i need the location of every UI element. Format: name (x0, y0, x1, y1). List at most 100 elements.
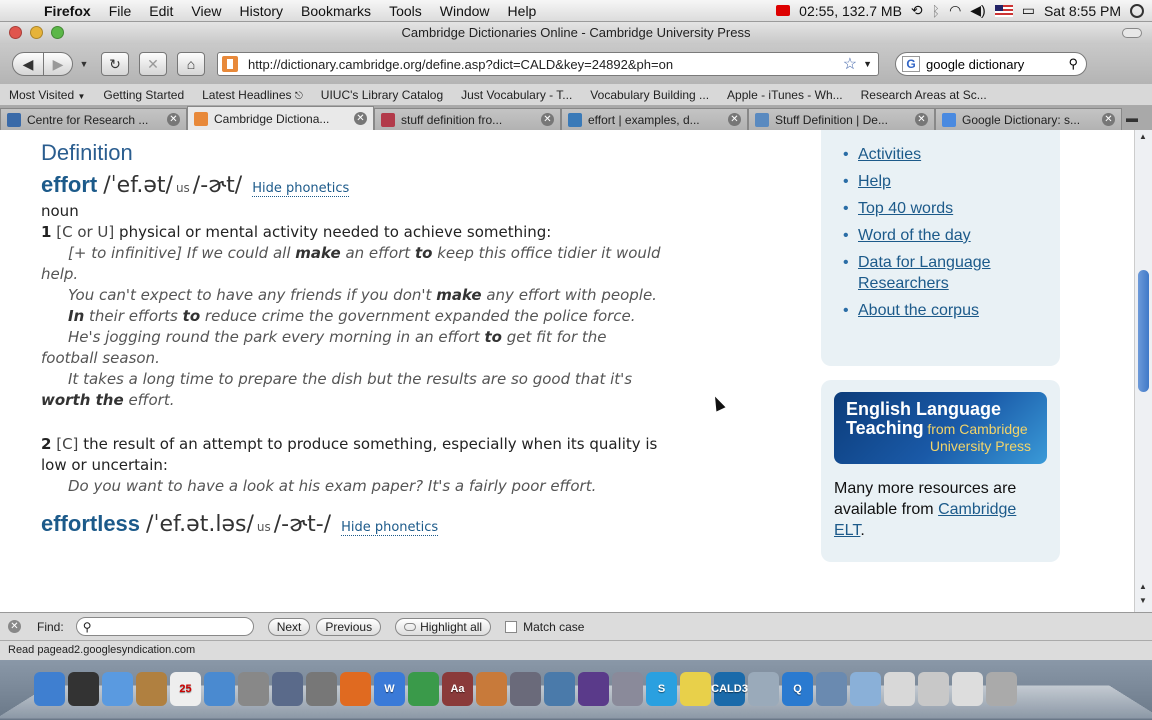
dock-pen-tool-icon[interactable] (510, 672, 541, 706)
bookmark-research-areas[interactable]: Research Areas at Sc... (852, 88, 996, 102)
url-text[interactable]: http://dictionary.cambridge.org/define.a… (248, 57, 843, 72)
dock-cald3-icon[interactable]: CALD3 (711, 672, 748, 706)
url-dropdown-icon[interactable]: ▼ (863, 59, 878, 69)
list-all-tabs-icon[interactable]: ▬ (1122, 111, 1142, 125)
dock-firefox-icon[interactable] (340, 672, 371, 706)
back-button[interactable]: ◀ (12, 52, 44, 76)
zoom-window-button[interactable] (51, 26, 64, 39)
highlight-all-button[interactable]: Highlight all (395, 617, 492, 636)
tab-close-icon[interactable]: ✕ (167, 113, 180, 126)
dock-system-prefs-icon[interactable] (306, 672, 337, 706)
menu-help[interactable]: Help (499, 3, 546, 19)
scroll-down-arrow-icon[interactable]: ▼ (1139, 596, 1147, 605)
close-window-button[interactable] (9, 26, 22, 39)
dock-chart-app-icon[interactable] (544, 672, 575, 706)
sidebar-link[interactable]: Activities (858, 144, 921, 165)
bookmark-apple-itunes[interactable]: Apple - iTunes - Wh... (718, 88, 852, 102)
menu-bookmarks[interactable]: Bookmarks (292, 3, 380, 19)
hide-phonetics-link[interactable]: Hide phonetics (341, 520, 439, 536)
dock-stack-icon[interactable] (952, 672, 983, 706)
search-input[interactable]: google dictionary (926, 57, 1068, 72)
bookmark-getting-started[interactable]: Getting Started (94, 88, 193, 102)
stop-button[interactable]: ✕ (139, 52, 167, 76)
scroll-up-arrow-icon[interactable]: ▲ (1139, 582, 1147, 591)
hide-phonetics-link[interactable]: Hide phonetics (252, 181, 350, 197)
dock-trash-icon[interactable] (986, 672, 1017, 706)
sidebar-link[interactable]: Help (858, 171, 891, 192)
toolbar-toggle-button[interactable] (1122, 28, 1142, 38)
bookmark-vocabulary-building[interactable]: Vocabulary Building ... (581, 88, 718, 102)
dock-vocab-green-icon[interactable] (408, 672, 439, 706)
battery-icon[interactable]: ▭ (1022, 2, 1035, 19)
forward-button[interactable]: ▶ (43, 52, 73, 76)
dock-stickies-star-icon[interactable] (238, 672, 269, 706)
dock-dashboard-icon[interactable] (68, 672, 99, 706)
tab-2[interactable]: stuff definition fro... ✕ (374, 108, 561, 130)
bookmark-star-icon[interactable]: ☆ (843, 54, 863, 74)
dock-quicktime-icon[interactable]: Q (782, 672, 813, 706)
close-find-bar-icon[interactable]: ✕ (8, 620, 21, 633)
match-case-checkbox[interactable] (505, 620, 518, 633)
menu-app-firefox[interactable]: Firefox (36, 3, 100, 19)
reload-button[interactable]: ↻ (101, 52, 129, 76)
history-dropdown[interactable]: ▼ (77, 52, 91, 76)
menu-view[interactable]: View (182, 3, 230, 19)
dock-itunes-icon[interactable] (204, 672, 235, 706)
menu-file[interactable]: File (100, 3, 141, 19)
dock-notes-icon[interactable] (680, 672, 711, 706)
minimize-window-button[interactable] (30, 26, 43, 39)
menu-history[interactable]: History (230, 3, 292, 19)
wifi-icon[interactable]: ◠ (949, 2, 961, 19)
sidebar-link[interactable]: Data for Language Researchers (858, 252, 1060, 294)
dock-finder-icon[interactable] (34, 672, 65, 706)
volume-icon[interactable]: ◀) (970, 2, 985, 19)
dock-folder-icon[interactable] (850, 672, 881, 706)
sidebar-link[interactable]: About the corpus (858, 300, 979, 321)
time-machine-icon[interactable]: ⟲ (911, 2, 923, 19)
dock-ical-icon[interactable]: 25 (170, 672, 201, 706)
dock-skype-icon[interactable]: S (646, 672, 677, 706)
dock-presentation-icon[interactable] (476, 672, 507, 706)
tab-close-icon[interactable]: ✕ (354, 112, 367, 125)
home-button[interactable]: ⌂ (177, 52, 205, 76)
url-bar[interactable]: http://dictionary.cambridge.org/define.a… (217, 52, 879, 76)
dock-scissors-icon[interactable] (612, 672, 643, 706)
scroll-thumb[interactable] (1138, 270, 1149, 392)
dock-movie-icon[interactable] (578, 672, 609, 706)
tab-close-icon[interactable]: ✕ (915, 113, 928, 126)
spotlight-icon[interactable] (1130, 3, 1144, 18)
dock-dictionary-icon[interactable]: Aa (442, 672, 473, 706)
tab-0[interactable]: Centre for Research ... ✕ (0, 108, 187, 130)
tab-4[interactable]: Stuff Definition | De... ✕ (748, 108, 935, 130)
bookmark-latest-headlines[interactable]: Latest Headlines ⎋ (193, 88, 312, 102)
dock-documents-icon[interactable] (884, 672, 915, 706)
elt-banner[interactable]: English Language Teaching from Cambridge… (834, 392, 1047, 464)
find-previous-button[interactable]: Previous (316, 617, 382, 636)
clock[interactable]: Sat 8:55 PM (1044, 3, 1121, 19)
tab-close-icon[interactable]: ✕ (541, 113, 554, 126)
tab-close-icon[interactable]: ✕ (728, 113, 741, 126)
find-next-button[interactable]: Next (267, 617, 311, 636)
menu-edit[interactable]: Edit (140, 3, 182, 19)
dock-word-icon[interactable]: W (374, 672, 405, 706)
tab-3[interactable]: effort | examples, d... ✕ (561, 108, 748, 130)
menu-window[interactable]: Window (431, 3, 499, 19)
dock-imovie-icon[interactable] (816, 672, 847, 706)
search-bar[interactable]: G google dictionary ⚲ (895, 52, 1087, 76)
scroll-up-arrow-icon[interactable]: ▲ (1139, 132, 1147, 141)
sidebar-link[interactable]: Top 40 words (858, 198, 953, 219)
dock-ichat-icon[interactable] (102, 672, 133, 706)
search-icon[interactable]: ⚲ (1068, 56, 1086, 72)
find-input[interactable]: ⚲ (75, 617, 254, 636)
dock-downloads-icon[interactable] (918, 672, 949, 706)
google-search-engine-icon[interactable]: G (902, 56, 920, 72)
menu-tools[interactable]: Tools (380, 3, 431, 19)
bookmark-most-visited[interactable]: Most Visited ▼ (0, 88, 94, 102)
bluetooth-icon[interactable]: ᛒ (932, 3, 940, 19)
dock-address-book-icon[interactable] (136, 672, 167, 706)
dock-spaces-icon[interactable] (272, 672, 303, 706)
vertical-scrollbar[interactable]: ▲ ▲ ▼ (1134, 130, 1152, 612)
dock-photos-icon[interactable] (748, 672, 779, 706)
tab-close-icon[interactable]: ✕ (1102, 113, 1115, 126)
bookmark-just-vocabulary[interactable]: Just Vocabulary - T... (452, 88, 581, 102)
